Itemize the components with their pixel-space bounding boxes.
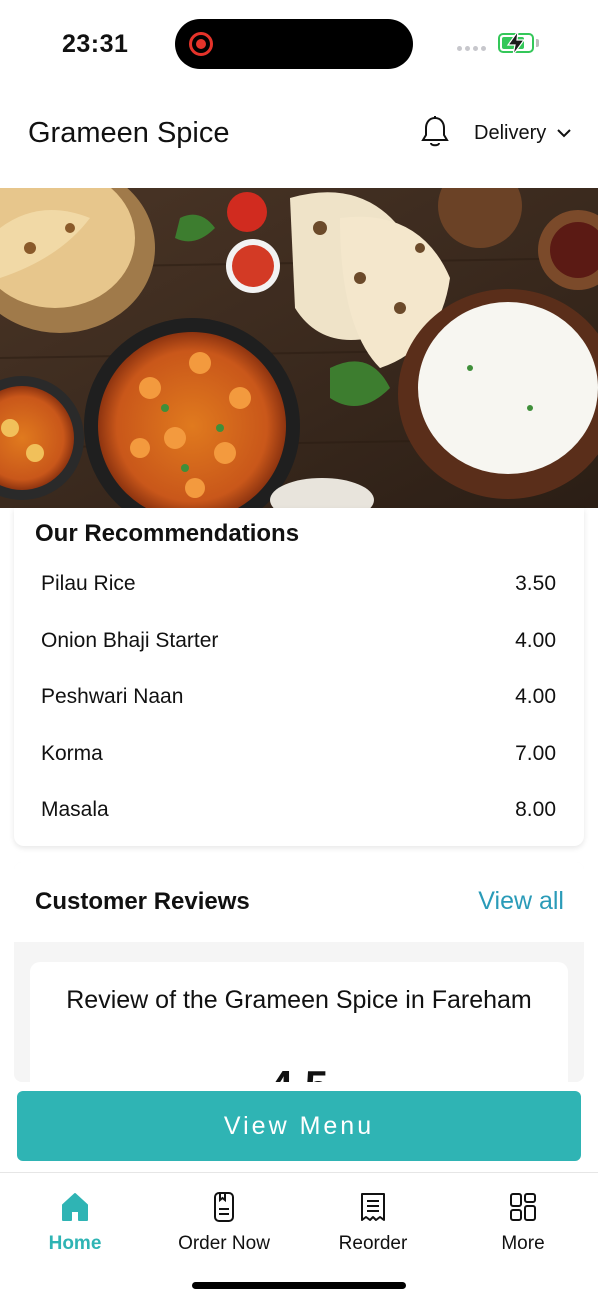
list-item[interactable]: Onion Bhaji Starter 4.00: [14, 613, 584, 670]
tab-home[interactable]: Home: [5, 1191, 145, 1261]
customer-reviews-section: Customer Reviews View all Review of the …: [14, 862, 584, 1082]
home-indicator: [192, 1282, 406, 1289]
item-price: 4.00: [515, 685, 556, 709]
item-name: Korma: [41, 741, 103, 765]
bell-icon[interactable]: [420, 115, 450, 149]
item-name: Onion Bhaji Starter: [41, 628, 219, 652]
view-menu-button[interactable]: View Menu: [17, 1091, 581, 1161]
order-icon: [214, 1192, 234, 1222]
receipt-icon: [361, 1193, 385, 1221]
page-title: Grameen Spice: [28, 117, 230, 149]
item-price: 3.50: [515, 572, 556, 596]
charging-icon: [506, 30, 526, 56]
tab-reorder[interactable]: Reorder: [303, 1191, 443, 1261]
tab-order-now[interactable]: Order Now: [154, 1191, 294, 1261]
tab-more[interactable]: More: [453, 1191, 593, 1261]
list-item[interactable]: Pilau Rice 3.50: [14, 556, 584, 613]
item-name: Masala: [41, 798, 109, 822]
status-bar: 23:31: [0, 0, 598, 90]
tab-label: Order Now: [178, 1233, 270, 1254]
rating-value: 4.5: [30, 1062, 568, 1082]
status-time: 23:31: [62, 30, 129, 58]
item-price: 8.00: [515, 798, 556, 822]
reviews-header: Customer Reviews View all: [14, 862, 584, 942]
item-price: 7.00: [515, 741, 556, 765]
chevron-down-icon: [557, 129, 571, 138]
review-heading: Review of the Grameen Spice in Fareham: [66, 986, 532, 1014]
signal-icon: [457, 46, 486, 51]
delivery-label: Delivery: [474, 121, 547, 144]
hero-food-image: [0, 188, 598, 508]
delivery-select[interactable]: Delivery: [466, 111, 580, 155]
item-name: Peshwari Naan: [41, 685, 184, 709]
list-item[interactable]: Peshwari Naan 4.00: [14, 669, 584, 726]
tab-label: Reorder: [338, 1233, 408, 1254]
view-all-link[interactable]: View all: [478, 887, 564, 916]
recommendations-card: Our Recommendations Pilau Rice 3.50 Onio…: [14, 508, 584, 846]
grid-icon: [510, 1193, 536, 1221]
reviews-title: Customer Reviews: [35, 888, 250, 915]
tab-label: More: [501, 1233, 545, 1254]
battery-cap: [536, 39, 539, 47]
list-item[interactable]: Masala 8.00: [14, 782, 584, 839]
tab-label: Home: [48, 1233, 102, 1254]
item-name: Pilau Rice: [41, 572, 136, 596]
bottom-tab-bar: Home Order Now Reorder More: [0, 1172, 598, 1300]
screen-record-icon: [189, 32, 213, 56]
app-header: Grameen Spice Delivery: [0, 95, 598, 175]
recommendations-title: Our Recommendations: [35, 520, 300, 547]
recommendations-list: Pilau Rice 3.50 Onion Bhaji Starter 4.00…: [14, 556, 584, 839]
review-card[interactable]: Review of the Grameen Spice in Fareham 4…: [30, 962, 568, 1082]
list-item[interactable]: Korma 7.00: [14, 726, 584, 783]
item-price: 4.00: [515, 628, 556, 652]
home-icon: [62, 1193, 88, 1221]
dynamic-island: [175, 19, 413, 69]
